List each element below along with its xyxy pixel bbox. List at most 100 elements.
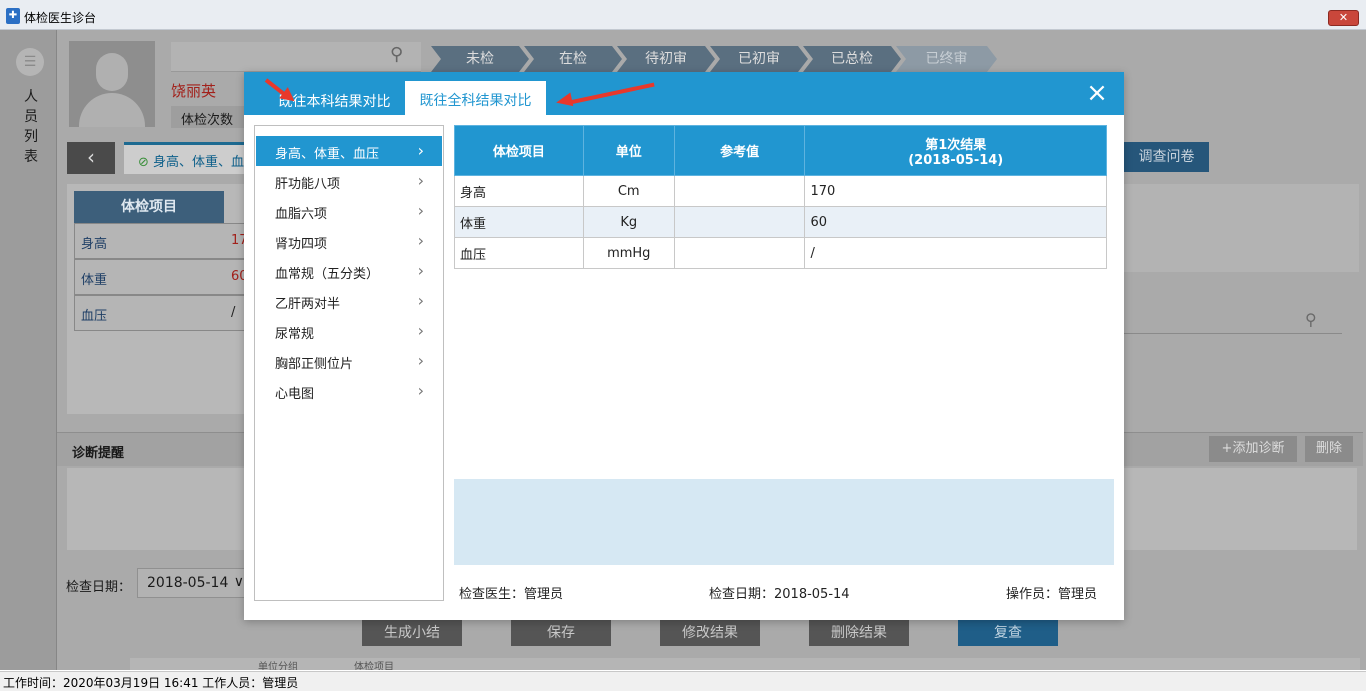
search-icon[interactable]: ⚲ bbox=[1305, 310, 1317, 329]
search-icon[interactable]: ⚲ bbox=[390, 44, 412, 66]
result-header-date: (2018-05-14) bbox=[908, 152, 1004, 168]
recheck-button[interactable]: 复查 bbox=[958, 620, 1058, 646]
category-label: 肝功能八项 bbox=[275, 177, 341, 192]
table-row[interactable]: 体重 60 bbox=[74, 259, 249, 295]
grid-col: 单位分组 bbox=[258, 662, 298, 670]
person-list-char: 人 bbox=[24, 89, 38, 105]
footer-operator: 操作员：管理员 bbox=[1006, 587, 1098, 602]
grid-col: 体检项目 bbox=[354, 662, 394, 670]
item-value: / bbox=[231, 305, 236, 320]
exam-count-label: 体检次数 bbox=[171, 106, 245, 128]
cell-unit: Cm bbox=[582, 175, 675, 207]
category-item[interactable]: 血常规（五分类） › bbox=[256, 256, 442, 286]
category-item[interactable]: 肾功四项 › bbox=[256, 226, 442, 256]
cell-unit: Kg bbox=[582, 206, 675, 238]
table-row[interactable]: 血压 mmHg / bbox=[454, 237, 1107, 269]
cell-reference bbox=[673, 237, 806, 269]
category-item[interactable]: 尿常规 › bbox=[256, 316, 442, 346]
step-not-checked[interactable]: 未检 bbox=[431, 46, 529, 72]
chevron-down-icon: ∨ bbox=[233, 574, 244, 590]
avatar-head-shape bbox=[96, 53, 128, 91]
result-header-title: 第1次结果 bbox=[925, 137, 987, 153]
tab-label: 身高、体重、血压 bbox=[153, 155, 254, 170]
delete-diagnosis-button[interactable]: 删除 bbox=[1305, 436, 1353, 462]
category-label: 肾功四项 bbox=[275, 237, 328, 252]
chevron-right-icon: › bbox=[417, 321, 424, 340]
add-diagnosis-button[interactable]: +添加诊断 bbox=[1209, 436, 1297, 462]
cell-reference bbox=[673, 175, 806, 207]
table-row[interactable]: 身高 17 bbox=[74, 223, 249, 259]
date-label: 检查日期： bbox=[66, 580, 132, 595]
category-label: 乙肝两对半 bbox=[275, 297, 341, 312]
title-bar bbox=[0, 0, 1366, 30]
category-label: 血脂六项 bbox=[275, 207, 328, 222]
status-bar: 工作时间：2020年03月19日 16:41 工作人员：管理员 bbox=[0, 671, 1366, 691]
category-item[interactable]: 肝功能八项 › bbox=[256, 166, 442, 196]
category-label: 胸部正侧位片 bbox=[275, 357, 354, 372]
person-list-char: 员 bbox=[24, 109, 38, 125]
comparison-table: 体检项目 单位 参考值 第1次结果 (2018-05-14) 身高 Cm 170 … bbox=[454, 125, 1107, 269]
bg-results-table: 身高 17 体重 60 血压 / bbox=[74, 223, 249, 373]
item-name: 血压 bbox=[81, 309, 108, 324]
footer-date: 检查日期：2018-05-14 bbox=[709, 587, 850, 602]
chevron-right-icon: › bbox=[417, 351, 424, 370]
patient-name: 饶丽英 bbox=[171, 82, 217, 100]
category-label: 心电图 bbox=[275, 387, 315, 402]
back-button[interactable]: ‹ bbox=[67, 142, 115, 174]
bg-table-header: 体检项目 bbox=[74, 191, 224, 223]
col-header-item: 体检项目 bbox=[454, 125, 584, 176]
notes-area bbox=[454, 479, 1114, 565]
cell-unit: mmHg bbox=[582, 237, 675, 269]
item-name: 身高 bbox=[81, 237, 108, 252]
table-header-row: 体检项目 单位 参考值 第1次结果 (2018-05-14) bbox=[454, 125, 1107, 176]
table-row[interactable]: 体重 Kg 60 bbox=[454, 206, 1107, 238]
table-row[interactable]: 身高 Cm 170 bbox=[454, 175, 1107, 207]
step-pending-review[interactable]: 待初审 bbox=[617, 46, 715, 72]
category-list: 身高、体重、血压 › 肝功能八项 › 血脂六项 › 肾功四项 › 血常规（五分类） › 乙… bbox=[254, 125, 444, 601]
footer-doctor: 检查医生：管理员 bbox=[459, 587, 564, 602]
step-final-reviewed[interactable]: 已终审 bbox=[896, 46, 997, 72]
category-item[interactable]: 乙肝两对半 › bbox=[256, 286, 442, 316]
generate-summary-button[interactable]: 生成小结 bbox=[362, 620, 462, 646]
cell-item: 身高 bbox=[454, 175, 584, 207]
chevron-right-icon: › bbox=[417, 201, 424, 220]
tab-height-weight-bp[interactable]: ⊘ 身高、体重、血压 bbox=[124, 142, 254, 174]
col-header-unit: 单位 bbox=[582, 125, 675, 176]
edit-result-button[interactable]: 修改结果 bbox=[660, 620, 760, 646]
cell-item: 体重 bbox=[454, 206, 584, 238]
table-row[interactable]: 血压 / bbox=[74, 295, 249, 331]
window-close-button[interactable]: ✕ bbox=[1328, 10, 1359, 26]
category-label: 身高、体重、血压 bbox=[275, 147, 380, 162]
person-list-char: 列 bbox=[24, 129, 38, 145]
chevron-right-icon: › bbox=[417, 381, 424, 400]
date-select[interactable]: 2018-05-14 ∨ bbox=[137, 568, 247, 598]
cell-reference bbox=[673, 206, 806, 238]
window-title: 体检医生诊台 bbox=[24, 11, 97, 25]
diagnosis-title: 诊断提醒 bbox=[72, 446, 125, 461]
close-icon[interactable]: × bbox=[1086, 80, 1108, 106]
list-icon[interactable]: ☰ bbox=[16, 48, 44, 76]
category-item[interactable]: 心电图 › bbox=[256, 376, 442, 406]
save-button[interactable]: 保存 bbox=[511, 620, 611, 646]
delete-result-button[interactable]: 删除结果 bbox=[809, 620, 909, 646]
step-summary-checked[interactable]: 已总检 bbox=[803, 46, 901, 72]
step-checking[interactable]: 在检 bbox=[524, 46, 622, 72]
date-value: 2018-05-14 bbox=[147, 575, 229, 591]
chevron-right-icon: › bbox=[417, 141, 424, 160]
step-first-reviewed[interactable]: 已初审 bbox=[710, 46, 808, 72]
survey-button[interactable]: 调查问卷 bbox=[1124, 142, 1209, 172]
check-circle-icon: ⊘ bbox=[138, 155, 154, 170]
category-item[interactable]: 血脂六项 › bbox=[256, 196, 442, 226]
category-item[interactable]: 身高、体重、血压 › bbox=[256, 136, 442, 166]
tab-all-dept-history[interactable]: 既往全科结果对比 bbox=[405, 81, 546, 115]
category-item[interactable]: 胸部正侧位片 › bbox=[256, 346, 442, 376]
patient-search-input[interactable] bbox=[171, 42, 421, 72]
cell-item: 血压 bbox=[454, 237, 584, 269]
item-name: 体重 bbox=[81, 273, 108, 288]
person-list-char: 表 bbox=[24, 149, 38, 165]
chevron-right-icon: › bbox=[417, 261, 424, 280]
category-label: 尿常规 bbox=[275, 327, 315, 342]
category-label: 血常规（五分类） bbox=[275, 267, 380, 282]
cell-result: 60 bbox=[804, 206, 1107, 238]
result-comparison-dialog: 既往本科结果对比 既往全科结果对比 × 身高、体重、血压 › 肝功能八项 › 血脂六… bbox=[244, 72, 1124, 620]
